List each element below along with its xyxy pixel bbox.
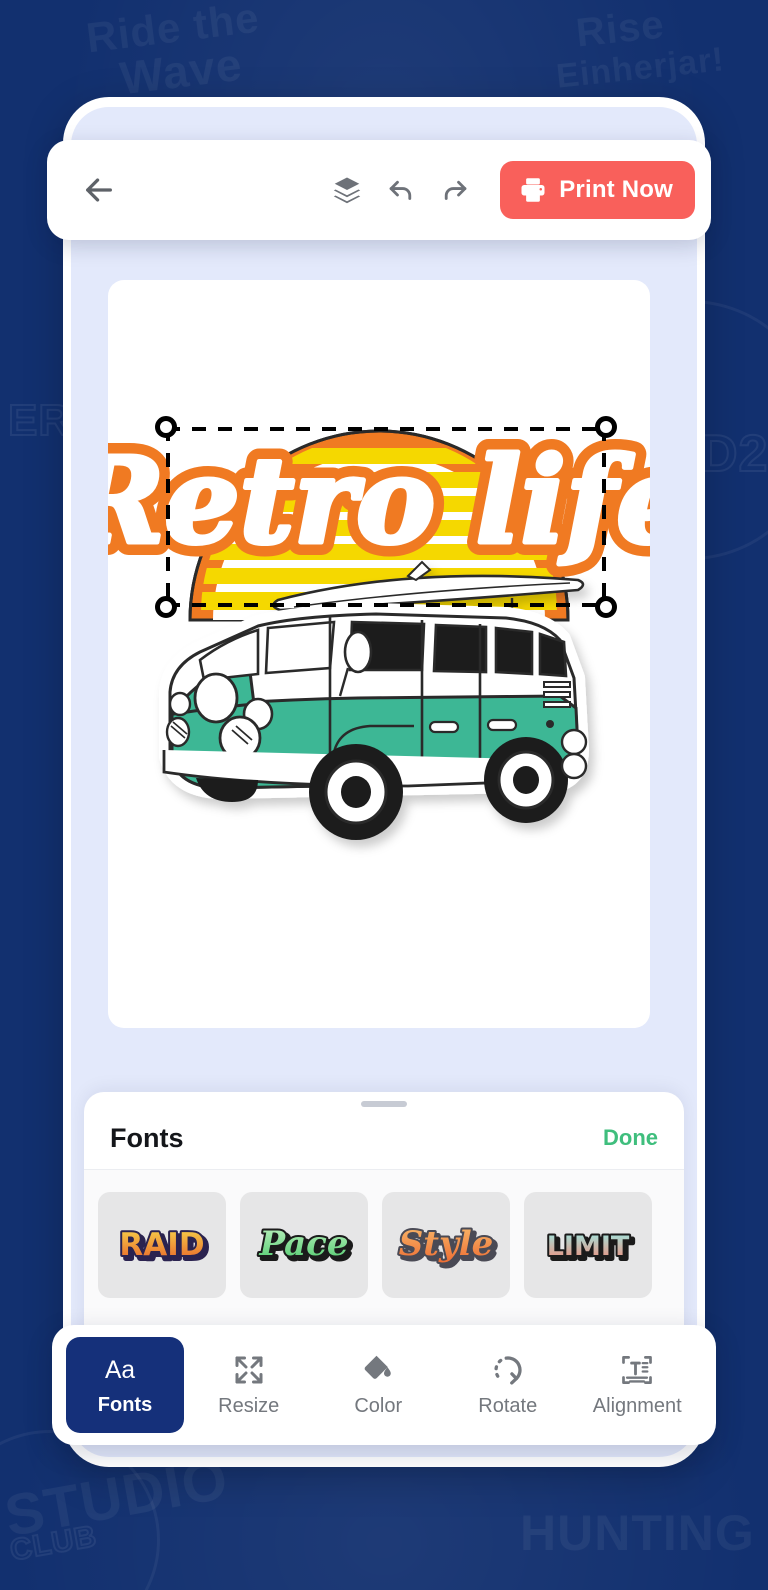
printer-icon <box>521 178 545 202</box>
sticker-artwork: Retro life Retro life <box>50 280 705 1028</box>
resize-handle-bottom-right[interactable] <box>595 596 617 618</box>
font-preview-pace: PacePace <box>256 1222 354 1270</box>
sheet-title: Fonts <box>110 1122 184 1153</box>
font-preview-limit: LIMITLIMIT <box>545 1229 636 1268</box>
undo-button[interactable] <box>374 163 428 217</box>
resize-handle-bottom-left[interactable] <box>155 596 177 618</box>
fonts-aa-icon: Aa <box>105 1357 135 1384</box>
font-card-raid[interactable]: RAID RAID <box>98 1192 226 1298</box>
font-preview-raid: RAIDRAID <box>117 1225 210 1269</box>
paint-bucket-icon <box>364 1355 391 1379</box>
font-preview-style: StyleStyle <box>397 1222 500 1270</box>
tool-fonts[interactable]: Aa Fonts <box>66 1337 184 1433</box>
tool-label: Fonts <box>97 1394 153 1416</box>
tool-color[interactable]: Color <box>314 1337 444 1433</box>
print-now-label: Print Now <box>559 176 673 203</box>
svg-text:Style: Style <box>399 1224 494 1264</box>
redo-button[interactable] <box>428 163 482 217</box>
tool-label: Resize <box>218 1395 280 1417</box>
rear-vents <box>543 681 571 708</box>
tool-rotate[interactable]: Rotate <box>443 1337 573 1433</box>
tool-label: Color <box>354 1395 403 1417</box>
retro-life-van-artwork: Retro life Retro life <box>50 418 705 840</box>
editor-top-bar: Print Now <box>47 140 711 240</box>
resize-handle-top-right[interactable] <box>595 416 617 438</box>
artwork-title-text: Retro life Retro life <box>50 418 704 583</box>
svg-text:Pace: Pace <box>258 1224 348 1264</box>
arrow-left-icon <box>86 178 112 202</box>
alignment-icon <box>622 1356 653 1384</box>
camper-van-graphic <box>159 560 589 840</box>
tool-label: Rotate <box>478 1395 538 1417</box>
side-mirror <box>343 630 373 674</box>
back-button[interactable] <box>77 168 121 212</box>
svg-text:Retro life: Retro life <box>108 431 650 570</box>
layers-button[interactable] <box>320 163 374 217</box>
van-windows <box>198 620 568 682</box>
rotate-icon <box>494 1356 522 1385</box>
design-canvas-card[interactable]: Retro life Retro life <box>50 280 705 1028</box>
door-handle <box>486 718 518 732</box>
svg-text:LIMIT: LIMIT <box>547 1231 630 1262</box>
headlight <box>193 672 239 724</box>
sheet-header: Fonts Done <box>84 1107 684 1169</box>
resize-icon <box>235 1356 263 1384</box>
svg-text:Aa: Aa <box>105 1357 135 1384</box>
background-art-text: ER <box>7 396 72 445</box>
undo-icon <box>389 180 412 200</box>
font-card-style[interactable]: Style Style <box>382 1192 510 1298</box>
layers-icon <box>334 177 361 204</box>
font-card-limit[interactable]: LIMIT LIMIT <box>524 1192 652 1298</box>
background-art-text: Rise <box>573 2 667 56</box>
tool-label: Alignment <box>592 1395 682 1417</box>
door-handle <box>428 720 460 734</box>
editor-bottom-toolbar: Aa Fonts Resize Color Rotate Alignment <box>52 1325 716 1445</box>
background-art-text: HUNTING <box>520 1505 755 1561</box>
resize-handle-top-left[interactable] <box>155 416 177 438</box>
font-card-pace[interactable]: Pace Pace <box>240 1192 368 1298</box>
print-now-button[interactable]: Print Now <box>500 161 695 219</box>
redo-icon <box>445 180 467 200</box>
tool-resize[interactable]: Resize <box>184 1337 314 1433</box>
svg-text:RAID: RAID <box>119 1227 204 1263</box>
done-button[interactable]: Done <box>603 1125 658 1151</box>
tool-alignment[interactable]: Alignment <box>573 1337 703 1433</box>
